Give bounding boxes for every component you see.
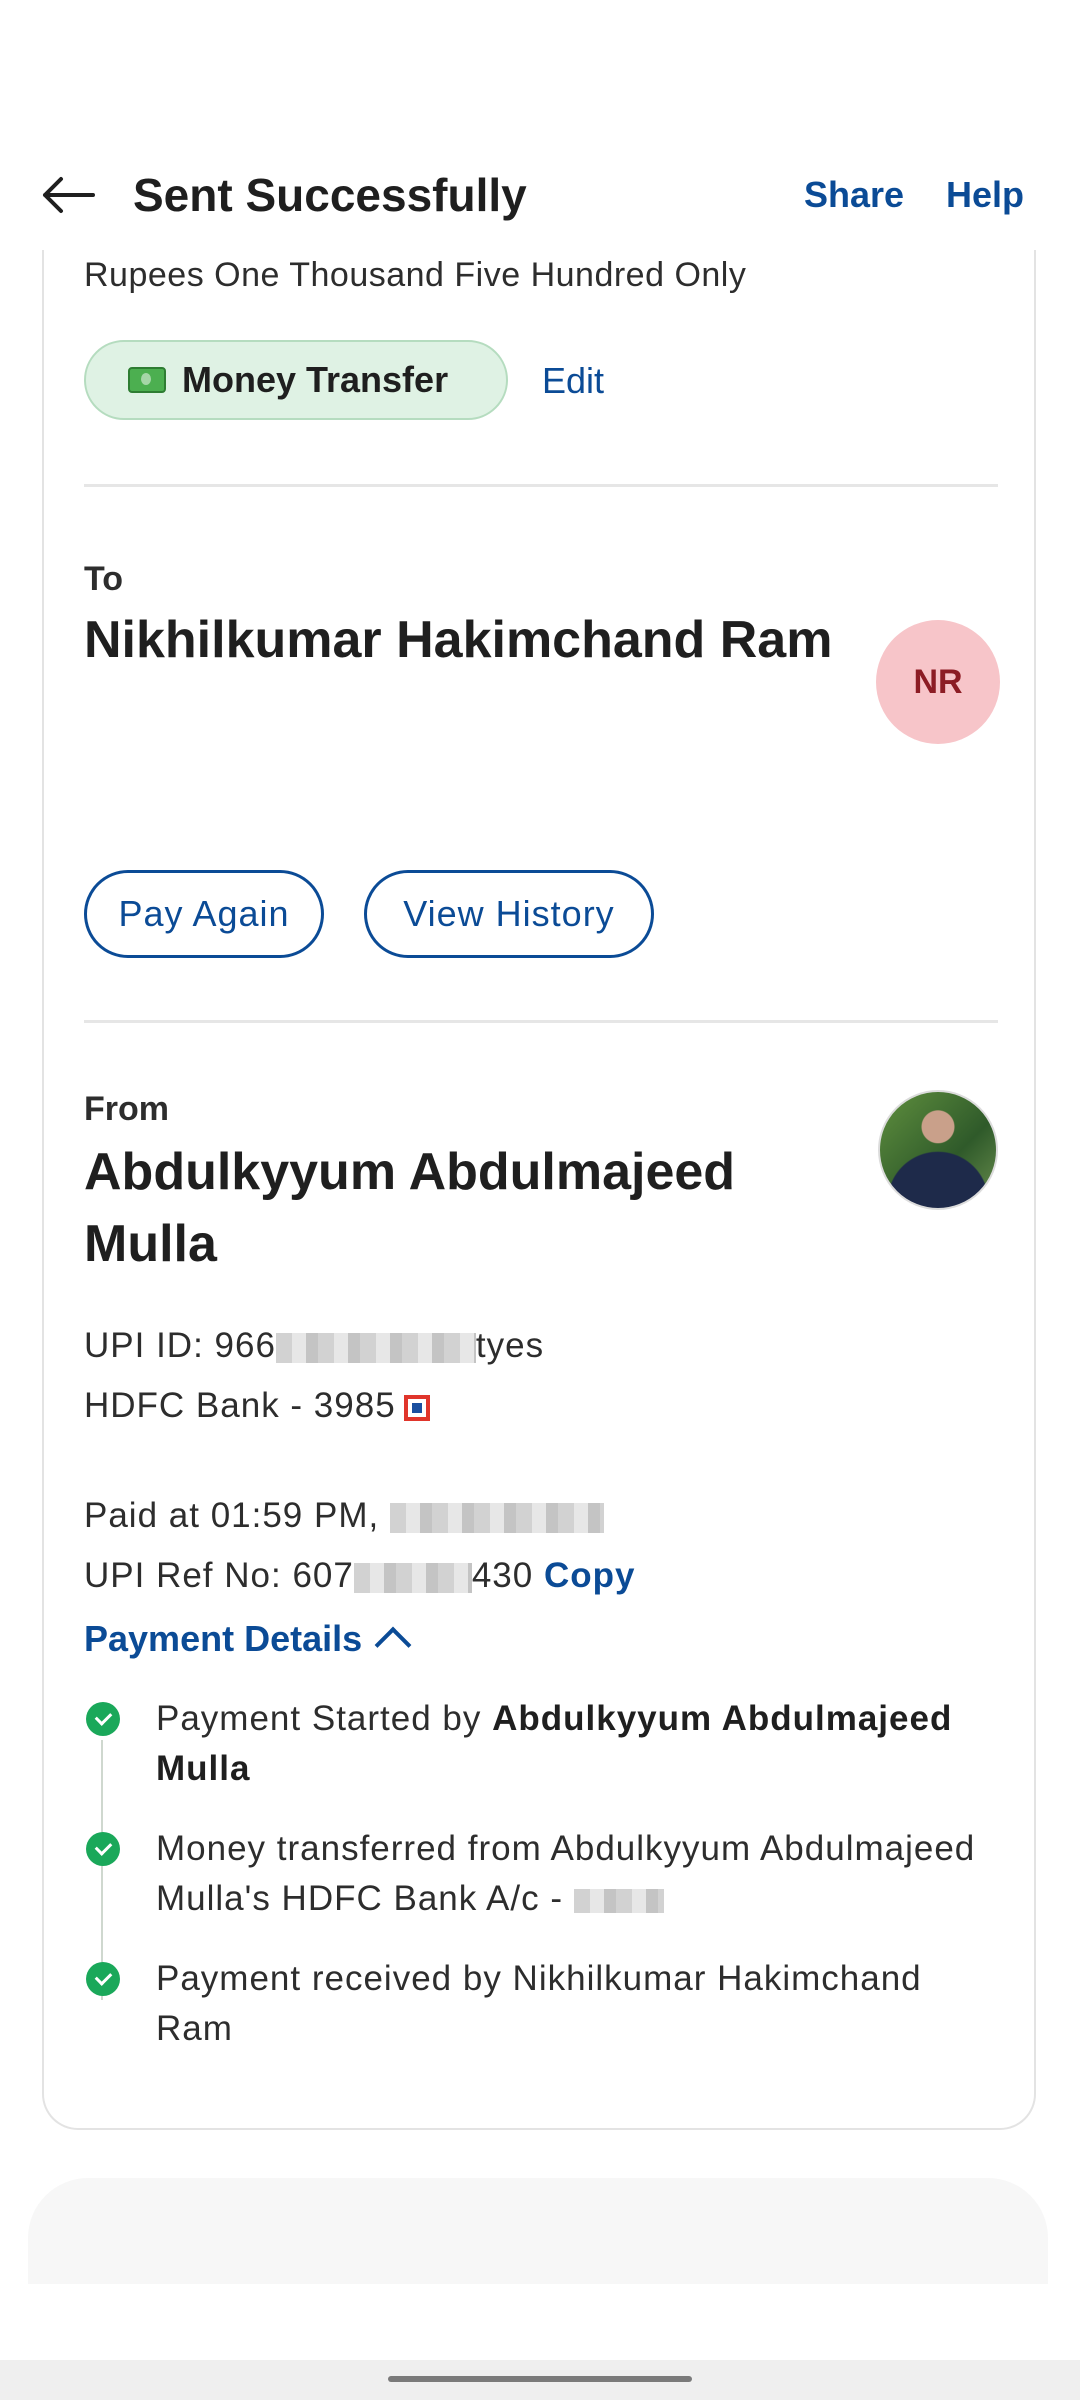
pay-again-button[interactable]: Pay Again — [84, 870, 324, 958]
recipient-label: To — [84, 560, 124, 598]
timeline-step: Money transferred from Abdulkyyum Abdulm… — [156, 1824, 986, 1924]
redacted-text — [353, 1562, 472, 1593]
bank-logo-icon — [403, 1394, 430, 1421]
sender-name: Abdulkyyum Abdulmajeed Mulla — [84, 1143, 736, 1273]
redacted-text — [573, 1888, 664, 1913]
divider — [84, 1020, 998, 1023]
category-tag-label: Money Transfer — [182, 359, 449, 400]
arrow-left-icon — [43, 177, 95, 213]
step-text: Money transferred from Abdulkyyum Abdulm… — [156, 1829, 976, 1918]
copy-ref-button[interactable]: Copy — [544, 1556, 636, 1595]
sender-avatar — [878, 1090, 998, 1210]
timeline-line — [101, 1740, 103, 2000]
help-button[interactable]: Help — [946, 160, 1024, 230]
timeline-step: Payment received by Nikhilkumar Hakimcha… — [156, 1954, 986, 2054]
ref-suffix: 430 — [471, 1556, 534, 1595]
paid-at: Paid at 01:59 PM, — [84, 1496, 604, 1536]
category-tag-chip[interactable]: Money Transfer — [84, 340, 508, 420]
redacted-text — [389, 1502, 604, 1533]
upi-ref-no: UPI Ref No: 607 430 Copy — [84, 1556, 635, 1596]
sender-bank: HDFC Bank - 3985 — [84, 1386, 430, 1426]
system-nav-bar — [0, 2360, 1080, 2400]
back-button[interactable] — [36, 162, 102, 228]
home-gesture-handle[interactable] — [388, 2376, 692, 2382]
step-text: Payment received by Nikhilkumar Hakimcha… — [156, 1959, 922, 2048]
check-circle-icon — [86, 1832, 120, 1866]
edit-category-button[interactable]: Edit — [542, 360, 604, 402]
paid-at-text: Paid at 01:59 PM, — [84, 1496, 380, 1535]
step-text: Payment Started by — [156, 1699, 493, 1738]
timeline-step: Payment Started by Abdulkyyum Abdulmajee… — [156, 1694, 986, 1794]
chevron-up-icon — [374, 1626, 412, 1664]
redacted-text — [275, 1332, 476, 1363]
upi-id-suffix: tyes — [475, 1326, 545, 1365]
divider — [84, 484, 998, 487]
check-circle-icon — [86, 1962, 120, 1996]
payment-details-toggle[interactable]: Payment Details — [84, 1618, 412, 1664]
top-app-bar: Sent Successfully Share Help — [0, 140, 1080, 250]
page-title: Sent Successfully — [133, 169, 527, 221]
payment-details-label: Payment Details — [84, 1618, 363, 1659]
money-icon — [128, 367, 166, 393]
check-circle-icon — [86, 1702, 120, 1736]
share-button[interactable]: Share — [804, 160, 904, 230]
bank-name: HDFC Bank - 3985 — [84, 1386, 396, 1425]
recipient-name: Nikhilkumar Hakimchand Ram — [84, 611, 833, 669]
recipient-avatar: NR — [876, 620, 1000, 744]
sender-upi-id: UPI ID: 966 tyes — [84, 1326, 544, 1366]
sender-label: From — [84, 1090, 169, 1128]
upi-id-prefix: UPI ID: 966 — [84, 1326, 276, 1365]
status-bar — [0, 0, 1080, 110]
amount-in-words: Rupees One Thousand Five Hundred Only — [84, 256, 747, 294]
transaction-card: Rupees One Thousand Five Hundred Only Mo… — [42, 240, 1036, 2130]
bottom-sheet — [28, 2178, 1048, 2284]
view-history-button[interactable]: View History — [364, 870, 654, 958]
ref-prefix: UPI Ref No: 607 — [84, 1556, 354, 1595]
